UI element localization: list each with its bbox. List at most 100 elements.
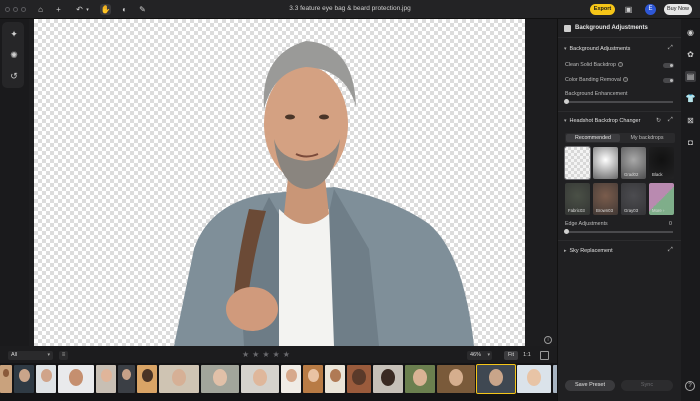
thumbnail-subject [527,369,541,386]
sync-button[interactable]: Sync [621,380,673,391]
camera-icon[interactable]: ◘ [685,137,696,148]
panel-title: Background Adjustments [575,25,648,31]
backdrop-swatch[interactable]: Brown03 [593,183,618,215]
filmstrip-thumbnail[interactable] [281,365,301,393]
filmstrip-thumbnail[interactable] [0,365,12,393]
divider [558,111,682,112]
filter-select[interactable]: All ▾ [8,351,53,360]
backdrop-swatch[interactable] [564,146,591,180]
left-tool-rail: ✦ ✺ ↺ [0,19,29,401]
tab-recommended[interactable]: Recommended [566,134,620,142]
compare-icon[interactable] [540,351,549,360]
crop-icon[interactable]: ⊠ [685,115,696,126]
subject-photo [174,41,474,346]
filmstrip-thumbnail[interactable] [405,365,435,393]
filmstrip-thumbnail[interactable] [96,365,116,393]
canvas-area: i [29,19,557,346]
expand-icon[interactable]: ⤢ [668,117,673,124]
background-icon[interactable]: ▤ [685,71,696,82]
thumbnail-subject [413,369,427,386]
shirt-icon[interactable]: 👕 [685,93,696,104]
filmstrip-thumbnail[interactable] [347,365,371,393]
thumbnail-subject [213,369,227,386]
panel-header: Background Adjustments [558,19,681,38]
filmstrip-thumbnail[interactable] [201,365,239,393]
swatch-label: Black [652,172,663,177]
section-label: Background Adjustments [569,46,631,52]
background-adjustments-section[interactable]: ▾ Background Adjustments [564,46,630,52]
filmstrip-thumbnail[interactable] [437,365,475,393]
tab-my-backdrops[interactable]: My backdrops [620,134,674,142]
swatch-label: Brown03 [596,208,613,213]
backdrop-swatch[interactable]: Grad02 [621,147,646,179]
sky-replacement-section[interactable]: ▸ Sky Replacement [564,248,613,254]
image-canvas[interactable] [34,19,525,346]
zoom-select[interactable]: 46% ▾ [467,351,492,360]
edge-adjustments-slider[interactable] [564,229,673,234]
thumbnail-subject [172,369,186,386]
rating-stars[interactable]: ★★★★★ [242,350,293,359]
color-banding-removal-label: Color Banding Removal? [565,77,628,83]
help-icon[interactable]: ? [622,77,628,83]
filmstrip-thumbnail[interactable] [118,365,135,393]
filmstrip-toolbar: All ▾ ≡ ★★★★★ 46% ▾ Fit 1:1 [0,346,557,363]
thumbnail-subject [100,369,112,383]
expand-icon[interactable]: ⤢ [668,247,673,254]
export-button[interactable]: Export [590,4,615,15]
buy-now-button[interactable]: Buy Now [664,4,692,15]
palette-icon[interactable]: ✿ [685,49,696,60]
swatch-label: Gray03 [624,208,639,213]
panel-toggle-icon[interactable]: ▣ [623,4,634,15]
slider-knob[interactable] [564,99,569,104]
help-icon[interactable]: ? [685,381,695,391]
history-icon[interactable]: ↺ [7,69,21,83]
help-icon[interactable]: ? [617,62,623,68]
filmstrip-thumbnail[interactable] [36,365,56,393]
filmstrip-thumbnail[interactable] [373,365,403,393]
edge-adjustments-value: 0 [669,221,672,227]
filmstrip-thumbnail[interactable] [476,364,516,394]
expand-icon[interactable]: ⤢ [668,45,673,52]
section-label: Headshot Backdrop Changer [569,118,641,124]
thumbnail-subject [285,369,297,383]
background-enhancement-slider[interactable] [564,99,673,104]
filter-icon[interactable]: ≡ [59,351,68,360]
chevron-down-icon: ▾ [47,352,50,358]
caret-down-icon: ▾ [564,46,567,52]
color-banding-removal-toggle[interactable] [663,78,674,83]
backdrop-swatch[interactable]: Gray03 [621,183,646,215]
save-preset-button[interactable]: Save Preset [565,380,615,391]
reset-icon[interactable]: ↻ [656,117,661,124]
eye-icon[interactable]: ◉ [685,27,696,38]
slider-knob[interactable] [564,229,569,234]
backdrop-swatch[interactable]: More › [649,183,674,215]
one-to-one-button[interactable]: 1:1 [520,351,534,360]
adjust-icon[interactable]: ✺ [7,48,21,62]
thumbnail-subject [352,369,366,385]
backdrop-swatch[interactable]: Fabric03 [565,183,590,215]
filmstrip-thumbnail[interactable] [14,365,34,393]
backdrop-tabs: Recommended My backdrops [565,133,675,143]
adjustments-panel: Background Adjustments ▾ Background Adjus… [557,19,682,401]
thumbnail-subject [449,369,463,386]
edit-ai-icon[interactable]: ✦ [7,27,21,41]
info-icon[interactable]: i [544,336,552,344]
filmstrip-thumbnail[interactable] [325,365,345,393]
filmstrip-thumbnail[interactable] [241,365,279,393]
backdrop-swatch[interactable] [593,147,618,179]
clean-solid-backdrop-toggle[interactable] [663,63,674,68]
headshot-backdrop-section[interactable]: ▾ Headshot Backdrop Changer [564,118,640,124]
thumbnail-subject [381,369,395,386]
background-icon [564,24,571,32]
fit-button[interactable]: Fit [504,351,518,360]
backdrop-swatch[interactable]: Black [649,147,674,179]
filmstrip-thumbnail[interactable] [137,365,157,393]
filmstrip-thumbnail[interactable] [517,365,551,393]
filmstrip-thumbnail[interactable] [303,365,323,393]
filmstrip-thumbnail[interactable] [159,365,199,393]
filmstrip-thumbnail[interactable] [58,365,94,393]
avatar[interactable]: E [645,4,656,15]
right-tool-rail: ◉ ✿ ▤ 👕 ⊠ ◘ ? [681,19,700,401]
edge-adjustments-label: Edge Adjustments [565,221,608,227]
thumbnail-subject [307,369,319,383]
